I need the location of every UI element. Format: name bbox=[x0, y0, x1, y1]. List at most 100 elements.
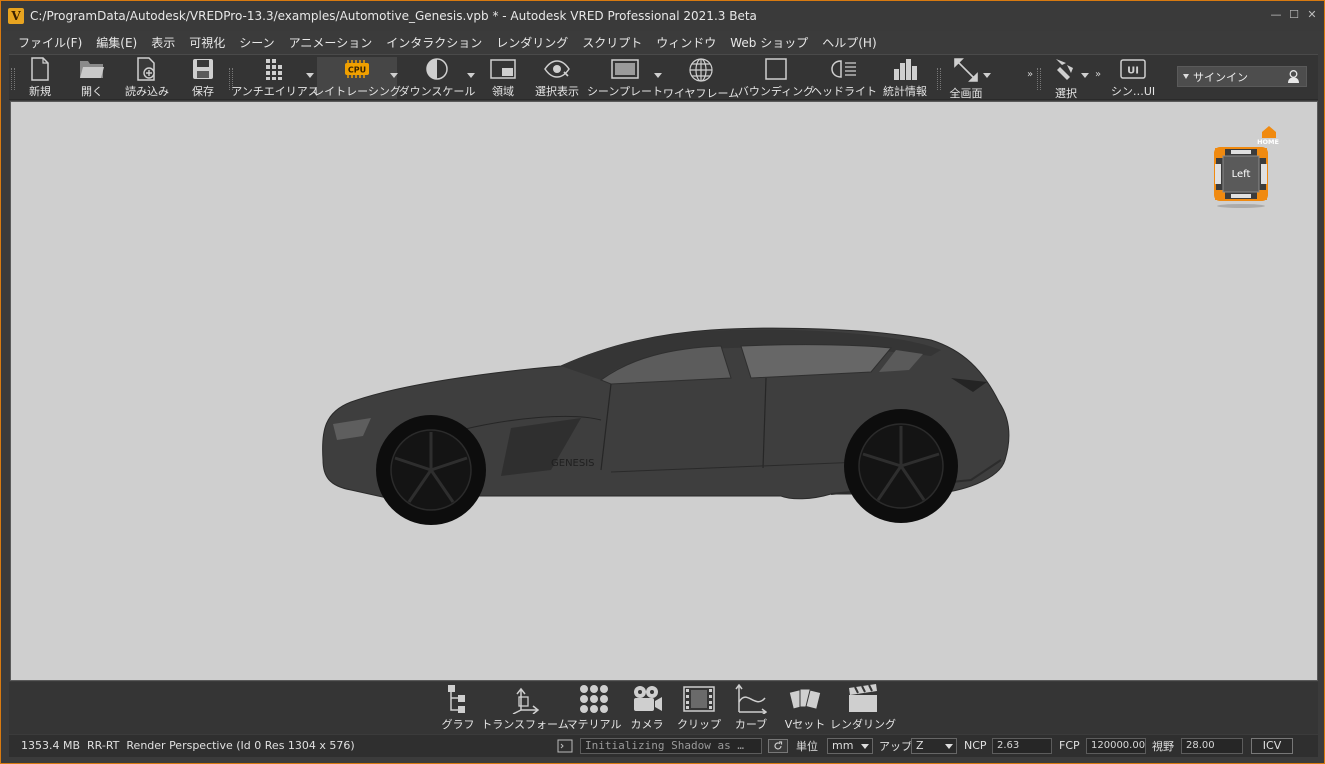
menu-animation[interactable]: アニメーション bbox=[282, 34, 380, 51]
view-cube[interactable]: HOME Left bbox=[1209, 120, 1279, 210]
chevron-down-icon bbox=[945, 743, 953, 749]
maximize-button[interactable]: ☐ bbox=[1288, 9, 1300, 21]
toolbar-grip[interactable] bbox=[11, 68, 15, 90]
rendering-module-label: レンダリング bbox=[830, 718, 896, 731]
unit-select[interactable]: mm bbox=[827, 737, 873, 754]
menu-view[interactable]: 表示 bbox=[144, 34, 182, 51]
antialias-dropdown-arrow[interactable] bbox=[306, 73, 314, 78]
show-selected-label: 選択表示 bbox=[535, 85, 579, 98]
fov-input[interactable]: 28.00 bbox=[1181, 737, 1243, 754]
fullscreen-dropdown-arrow[interactable] bbox=[983, 73, 991, 78]
signin-dropdown-arrow bbox=[1183, 74, 1189, 79]
status-bar: 1353.4 MB RR-RT Render Perspective (Id 0… bbox=[9, 735, 1318, 757]
up-axis-select[interactable]: Z bbox=[911, 737, 957, 754]
ncp-input[interactable]: 2.63 bbox=[992, 737, 1052, 754]
downscale-label: ダウンスケール bbox=[398, 85, 476, 98]
clip-module-button[interactable]: クリップ bbox=[677, 684, 721, 732]
ncp-label: NCP bbox=[964, 739, 987, 752]
up-axis-value: Z bbox=[916, 739, 924, 752]
material-module-button[interactable]: マテリアル bbox=[567, 684, 621, 732]
region-button[interactable]: 領域 bbox=[483, 57, 523, 99]
folder-icon bbox=[79, 57, 105, 81]
menu-webshop[interactable]: Web ショップ bbox=[723, 34, 815, 51]
statistics-button[interactable]: 統計情報 bbox=[877, 57, 933, 99]
menu-window[interactable]: ウィンドウ bbox=[649, 34, 723, 51]
home-icon[interactable] bbox=[1262, 126, 1276, 138]
vred-window: V C:/ProgramData/Autodesk/VREDPro-13.3/e… bbox=[0, 0, 1325, 764]
fullscreen-arrows-icon bbox=[953, 57, 979, 83]
render-info: Render Perspective (Id 0 Res 1304 x 576) bbox=[126, 739, 355, 752]
wireframe-globe-icon bbox=[688, 57, 714, 83]
icv-button[interactable]: ICV bbox=[1251, 737, 1293, 754]
select-label: 選択 bbox=[1055, 87, 1077, 100]
unit-label: 単位 bbox=[796, 739, 818, 753]
status-message-field: Initializing Shadow as … bbox=[580, 737, 762, 754]
graph-module-button[interactable]: グラフ bbox=[441, 684, 475, 732]
save-label: 保存 bbox=[192, 85, 214, 98]
bounding-button[interactable]: バウンディング bbox=[738, 57, 814, 99]
bounding-label: バウンディング bbox=[737, 85, 815, 98]
transform-arrows-icon bbox=[509, 684, 541, 714]
menu-edit[interactable]: 編集(E) bbox=[89, 34, 144, 51]
menu-rendering[interactable]: レンダリング bbox=[489, 34, 575, 51]
graph-module-label: グラフ bbox=[441, 718, 475, 731]
new-label: 新規 bbox=[29, 85, 51, 98]
scene-ui-button[interactable]: UI シン…UI bbox=[1109, 57, 1157, 99]
downscale-dropdown-arrow[interactable] bbox=[467, 73, 475, 78]
transform-module-button[interactable]: トランスフォーム bbox=[481, 684, 569, 732]
clapperboard-icon bbox=[847, 684, 879, 714]
open-button[interactable]: 開く bbox=[75, 57, 109, 99]
floppy-disk-icon bbox=[192, 57, 214, 81]
toolbar-overflow-chevron-icon[interactable]: » bbox=[1027, 69, 1033, 80]
raytracing-label: レイトレーシング bbox=[313, 85, 401, 98]
terminal-icon[interactable] bbox=[557, 737, 573, 754]
menu-scene[interactable]: シーン bbox=[232, 34, 281, 51]
render-status-info: 1353.4 MB RR-RT Render Perspective (Id 0… bbox=[21, 739, 355, 752]
toolbar-grip[interactable] bbox=[937, 68, 941, 90]
downscale-button[interactable]: ダウンスケール bbox=[398, 57, 476, 99]
fov-label: 視野 bbox=[1152, 739, 1174, 753]
select-dropdown-arrow[interactable] bbox=[1081, 73, 1089, 78]
car-badge-text: GENESIS bbox=[551, 458, 595, 469]
fullscreen-label: 全画面 bbox=[949, 87, 983, 100]
bounding-box-icon bbox=[764, 57, 788, 81]
chevron-down-icon bbox=[861, 743, 869, 749]
menu-visualization[interactable]: 可視化 bbox=[182, 34, 232, 51]
toolbar-grip[interactable] bbox=[1037, 68, 1041, 90]
curve-module-button[interactable]: カーブ bbox=[733, 684, 769, 732]
import-button[interactable]: 読み込み bbox=[121, 57, 173, 99]
title-bar: V C:/ProgramData/Autodesk/VREDPro-13.3/e… bbox=[1, 1, 1324, 31]
toolbar-overflow-chevron-icon[interactable]: » bbox=[1095, 69, 1101, 80]
close-button[interactable]: ✕ bbox=[1306, 9, 1318, 21]
scene-ui-label: シン…UI bbox=[1110, 85, 1156, 98]
vset-module-button[interactable]: Vセット bbox=[785, 684, 825, 732]
import-file-icon bbox=[136, 57, 158, 81]
refresh-icon[interactable] bbox=[768, 737, 788, 754]
save-button[interactable]: 保存 bbox=[186, 57, 220, 99]
scene-plate-label: シーンプレート bbox=[586, 85, 664, 98]
region-icon bbox=[490, 57, 516, 81]
headlight-button[interactable]: ヘッドライト bbox=[811, 57, 877, 99]
window-controls: — ☐ ✕ bbox=[1270, 9, 1318, 21]
region-label: 領域 bbox=[492, 85, 514, 98]
menu-interaction[interactable]: インタラクション bbox=[379, 34, 489, 51]
raytracing-button[interactable]: CPU レイトレーシング bbox=[313, 57, 401, 99]
wireframe-button[interactable]: ワイヤフレーム bbox=[663, 57, 739, 100]
render-viewport[interactable]: GENESIS HOME Left bbox=[10, 101, 1318, 681]
menu-help[interactable]: ヘルプ(H) bbox=[815, 34, 883, 51]
new-button[interactable]: 新規 bbox=[23, 57, 57, 99]
scene-plate-dropdown-arrow[interactable] bbox=[654, 73, 662, 78]
raytracing-dropdown-arrow[interactable] bbox=[390, 73, 398, 78]
antialias-button[interactable]: アンチエイリアス bbox=[231, 57, 319, 99]
signin-dropdown[interactable]: サインイン bbox=[1177, 66, 1307, 87]
menu-file[interactable]: ファイル(F) bbox=[11, 34, 89, 51]
rendering-module-button[interactable]: レンダリング bbox=[830, 684, 896, 732]
camera-module-button[interactable]: カメラ bbox=[629, 684, 665, 732]
menu-script[interactable]: スクリプト bbox=[575, 34, 649, 51]
scene-plate-button[interactable]: シーンプレート bbox=[587, 57, 663, 99]
fcp-input[interactable]: 120000.00 bbox=[1086, 737, 1146, 754]
minimize-button[interactable]: — bbox=[1270, 9, 1282, 21]
fullscreen-button[interactable]: 全画面 bbox=[945, 57, 987, 100]
show-selected-button[interactable]: 選択表示 bbox=[532, 57, 582, 99]
select-button[interactable]: 選択 bbox=[1049, 57, 1083, 100]
